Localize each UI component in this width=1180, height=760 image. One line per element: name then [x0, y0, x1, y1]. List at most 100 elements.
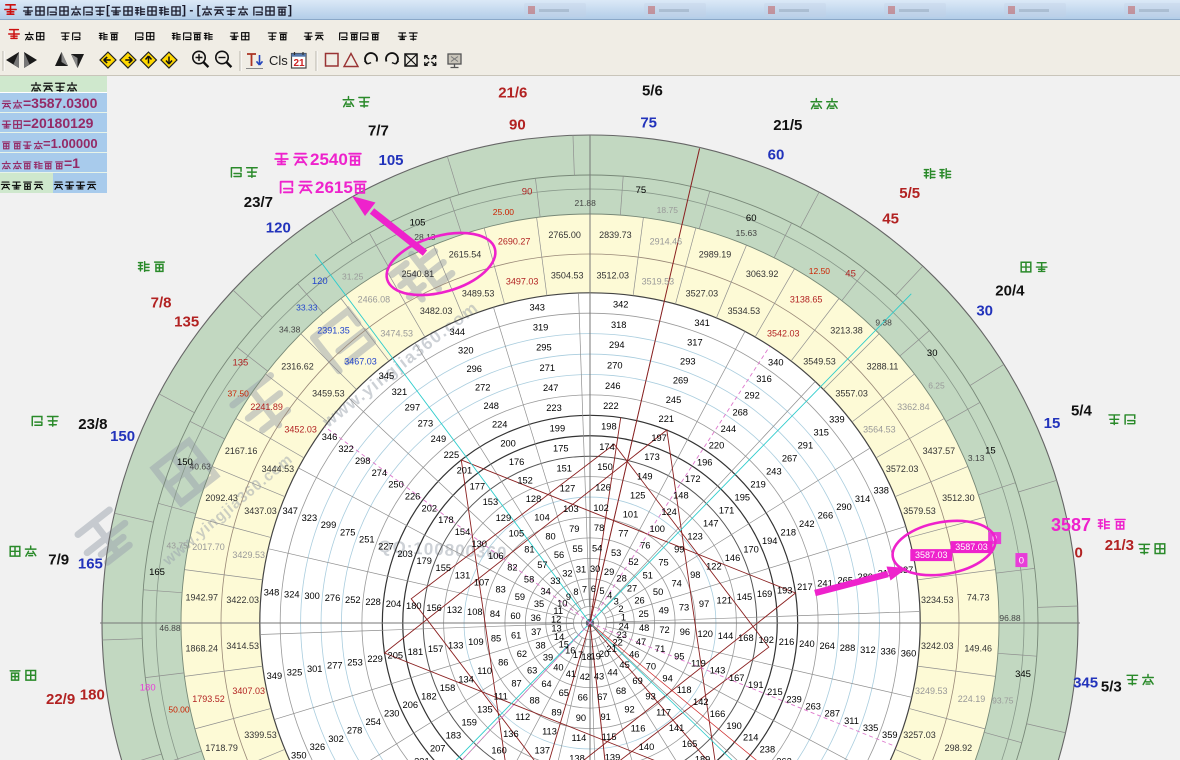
- svg-text:324: 324: [284, 589, 300, 599]
- svg-text:3138.65: 3138.65: [790, 295, 823, 305]
- svg-text:230: 230: [384, 708, 400, 718]
- svg-text:89: 89: [551, 707, 561, 717]
- svg-text:5: 5: [599, 586, 604, 596]
- svg-text:146: 146: [725, 553, 741, 563]
- svg-text:3527.03: 3527.03: [686, 289, 719, 299]
- svg-text:312: 312: [860, 645, 876, 655]
- svg-text:221: 221: [659, 414, 675, 424]
- svg-text:82: 82: [507, 563, 517, 573]
- svg-text:147: 147: [703, 518, 719, 528]
- svg-text:31.25: 31.25: [342, 272, 364, 282]
- svg-text:54: 54: [592, 544, 602, 554]
- svg-text:139: 139: [605, 752, 621, 760]
- svg-text:3497.03: 3497.03: [506, 277, 539, 287]
- svg-text:3257.03: 3257.03: [903, 730, 936, 740]
- svg-text:81: 81: [524, 545, 534, 555]
- svg-text:3504.53: 3504.53: [551, 271, 584, 281]
- svg-text:21/5: 21/5: [773, 117, 802, 134]
- svg-text:3452.03: 3452.03: [284, 425, 317, 435]
- svg-text:126: 126: [595, 483, 611, 493]
- svg-text:253: 253: [347, 657, 363, 667]
- svg-text:180: 180: [80, 687, 105, 704]
- svg-text:33: 33: [550, 576, 560, 586]
- svg-text:167: 167: [729, 673, 745, 683]
- svg-text:123: 123: [687, 531, 703, 541]
- svg-text:222: 222: [603, 401, 619, 411]
- svg-text:3422.03: 3422.03: [226, 595, 259, 605]
- svg-text:3288.11: 3288.11: [867, 362, 899, 372]
- svg-text:34: 34: [541, 586, 551, 596]
- svg-text:295: 295: [536, 343, 552, 353]
- svg-text:3587.03: 3587.03: [955, 542, 988, 552]
- svg-text:200: 200: [500, 438, 516, 448]
- svg-text:42: 42: [580, 672, 590, 682]
- svg-text:3063.92: 3063.92: [746, 269, 779, 279]
- svg-text:25: 25: [639, 609, 649, 619]
- svg-text:7/8: 7/8: [151, 294, 172, 311]
- svg-text:242: 242: [799, 519, 815, 529]
- svg-text:239: 239: [786, 694, 802, 704]
- svg-text:359: 359: [882, 730, 898, 740]
- svg-text:140: 140: [639, 742, 655, 752]
- svg-text:94: 94: [662, 673, 672, 683]
- svg-text:35: 35: [534, 599, 544, 609]
- svg-text:349: 349: [267, 671, 283, 681]
- svg-text:33.33: 33.33: [296, 302, 318, 312]
- svg-text:109: 109: [468, 637, 484, 647]
- svg-text:301: 301: [307, 664, 323, 674]
- svg-text:2241.89: 2241.89: [250, 402, 283, 412]
- svg-text:231: 231: [414, 757, 430, 760]
- svg-text:2989.19: 2989.19: [699, 250, 732, 260]
- svg-text:137: 137: [535, 746, 551, 756]
- svg-text:45: 45: [845, 268, 856, 279]
- svg-text:30: 30: [590, 564, 600, 574]
- svg-text:96: 96: [680, 627, 690, 637]
- svg-text:155: 155: [436, 563, 452, 573]
- svg-text:86: 86: [498, 658, 508, 668]
- svg-text:203: 203: [397, 549, 413, 559]
- svg-text:166: 166: [710, 709, 726, 719]
- svg-text:3587.03: 3587.03: [915, 550, 948, 560]
- svg-text:172: 172: [685, 474, 701, 484]
- svg-text:276: 276: [325, 593, 341, 603]
- svg-text:179: 179: [416, 556, 432, 566]
- svg-text:3549.53: 3549.53: [803, 356, 836, 366]
- svg-text:43.75: 43.75: [167, 541, 189, 551]
- svg-text:45: 45: [882, 211, 899, 228]
- svg-text:1942.97: 1942.97: [186, 593, 219, 603]
- svg-text:107: 107: [474, 578, 490, 588]
- svg-text:15.63: 15.63: [736, 228, 758, 238]
- svg-text:262: 262: [776, 756, 792, 760]
- svg-text:2690.27: 2690.27: [498, 237, 531, 247]
- svg-text:340: 340: [768, 358, 784, 368]
- svg-text:3474.53: 3474.53: [380, 329, 413, 339]
- svg-text:292: 292: [744, 391, 760, 401]
- svg-text:198: 198: [601, 422, 617, 432]
- svg-text:220: 220: [709, 441, 725, 451]
- svg-text:144: 144: [718, 631, 734, 641]
- svg-text:96.88: 96.88: [999, 613, 1021, 623]
- svg-text:69: 69: [632, 676, 642, 686]
- svg-text:202: 202: [422, 503, 438, 513]
- svg-text:90: 90: [509, 116, 526, 133]
- svg-text:79: 79: [569, 524, 579, 534]
- svg-text:243: 243: [766, 466, 782, 476]
- svg-text:345: 345: [1015, 669, 1031, 680]
- svg-text:41: 41: [566, 669, 576, 679]
- svg-text:3249.53: 3249.53: [915, 686, 948, 696]
- svg-text:247: 247: [543, 383, 559, 393]
- svg-text:348: 348: [264, 587, 280, 597]
- svg-text:101: 101: [623, 510, 639, 520]
- svg-text:2466.08: 2466.08: [358, 295, 391, 305]
- svg-text:121: 121: [717, 596, 733, 606]
- svg-text:3519.53: 3519.53: [642, 277, 675, 287]
- svg-text:3512.03: 3512.03: [597, 271, 630, 281]
- svg-text:159: 159: [461, 718, 477, 728]
- svg-text:298: 298: [355, 456, 371, 466]
- svg-text:67: 67: [597, 692, 607, 702]
- svg-text:63: 63: [527, 666, 537, 676]
- svg-text:338: 338: [873, 485, 889, 495]
- svg-text:3429.53: 3429.53: [232, 550, 265, 560]
- svg-text:197: 197: [651, 433, 667, 443]
- svg-text:322: 322: [338, 444, 354, 454]
